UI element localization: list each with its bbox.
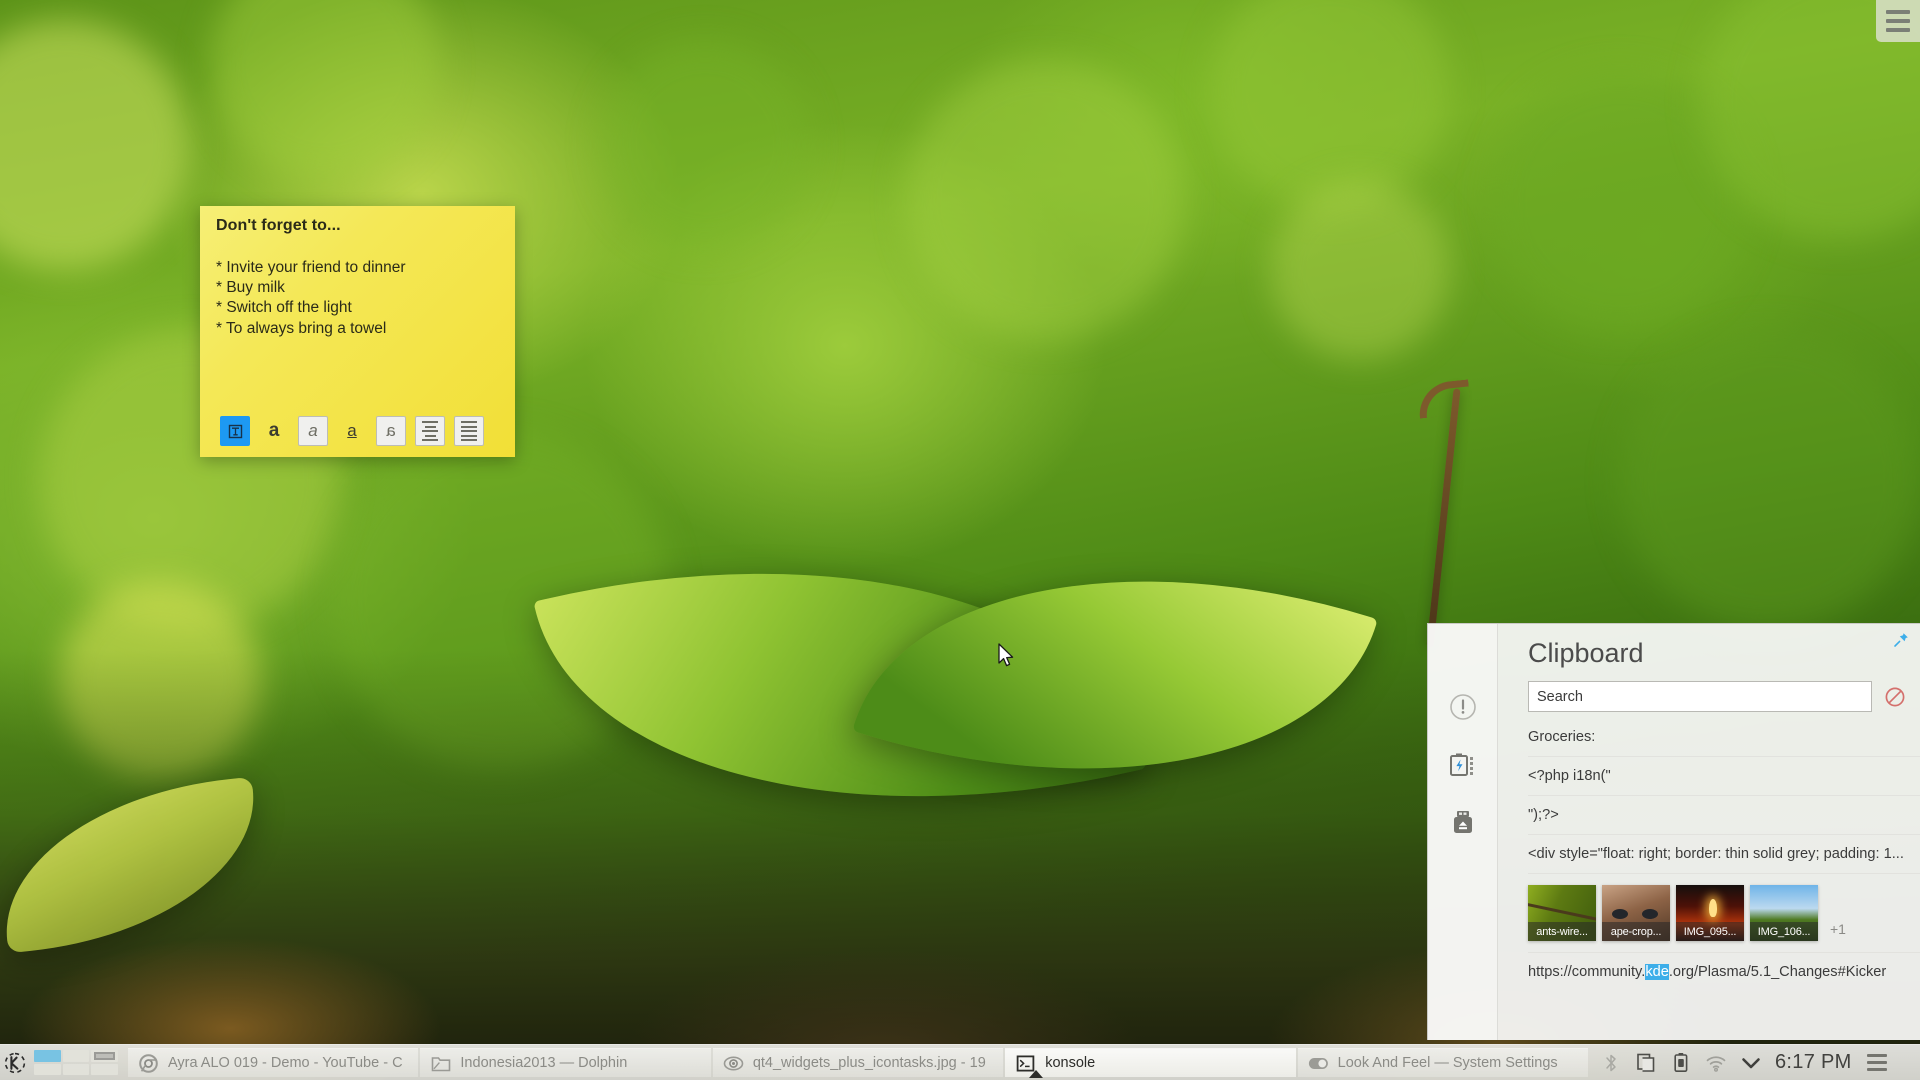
thumbnail-caption: ape-crop... xyxy=(1602,922,1670,941)
bokeh-10 xyxy=(1620,330,1920,630)
align-center-icon xyxy=(422,421,438,441)
panel-toolbox-button[interactable] xyxy=(1866,1054,1887,1071)
url-highlight: kde xyxy=(1645,964,1669,980)
clear-history-icon[interactable] xyxy=(1884,686,1906,708)
task-konsole[interactable]: konsole xyxy=(1005,1048,1296,1078)
format-icon xyxy=(228,424,242,438)
pager-cell[interactable] xyxy=(91,1050,118,1062)
note-underline-button[interactable]: a xyxy=(337,416,367,446)
url-prefix: https://community. xyxy=(1528,964,1646,980)
clipboard-icon[interactable] xyxy=(1635,1052,1657,1074)
task-gwenview[interactable]: qt4_widgets_plus_icontasks.jpg - 19 xyxy=(712,1048,1004,1077)
application-launcher-button[interactable] xyxy=(0,1045,30,1080)
task-label: qt4_widgets_plus_icontasks.jpg - 19 xyxy=(752,1055,986,1071)
clipboard-panel: Clipboard Groceries: <?php i18n(" ");?> … xyxy=(1498,624,1920,1040)
system-tray-expanded-sidebar xyxy=(1428,624,1498,1040)
search-input[interactable] xyxy=(1528,681,1872,712)
chevron-down-icon[interactable] xyxy=(1740,1052,1762,1074)
folder-icon xyxy=(430,1053,451,1074)
note-align-center-button[interactable] xyxy=(415,416,445,446)
hamburger-line xyxy=(1886,19,1910,23)
sticky-note-body[interactable]: * Invite your friend to dinner * Buy mil… xyxy=(216,258,406,339)
note-bold-button[interactable]: a xyxy=(259,416,289,446)
bluetooth-icon[interactable] xyxy=(1600,1052,1622,1074)
gwenview-icon xyxy=(723,1053,744,1074)
task-label: Ayra ALO 019 - Demo - YouTube - C xyxy=(168,1055,403,1071)
notifications-icon[interactable] xyxy=(1446,690,1480,724)
pager-cell[interactable] xyxy=(34,1063,61,1075)
digital-clock[interactable]: 6:17 PM xyxy=(1775,1051,1852,1074)
bokeh-3 xyxy=(600,40,810,250)
hamburger-line xyxy=(1866,1068,1887,1071)
pager-widget[interactable] xyxy=(30,1045,122,1080)
clipboard-title: Clipboard xyxy=(1528,638,1644,668)
clipboard-search-row xyxy=(1528,681,1920,712)
clipboard-history-list: Groceries: <?php i18n(" ");?> <div style… xyxy=(1528,718,1920,991)
battery-icon[interactable] xyxy=(1670,1052,1692,1074)
chrome-icon xyxy=(138,1053,159,1074)
removable-device-icon[interactable] xyxy=(1446,806,1480,840)
hamburger-line xyxy=(1866,1054,1887,1057)
list-item-thumbnail[interactable]: IMG_106... xyxy=(1750,885,1818,941)
url-suffix: .org/Plasma/5.1_Changes#Kicker xyxy=(1668,964,1887,980)
plasma-panel: Ayra ALO 019 - Demo - YouTube - C Indone… xyxy=(0,1044,1920,1080)
hamburger-line xyxy=(1866,1061,1887,1064)
clipboard-popup[interactable]: Clipboard Groceries: <?php i18n(" ");?> … xyxy=(1427,623,1920,1040)
task-label: Indonesia2013 — Dolphin xyxy=(460,1055,628,1071)
list-item[interactable]: <div style="float: right; border: thin s… xyxy=(1528,835,1920,874)
battery-icon[interactable] xyxy=(1446,748,1480,782)
list-item-url[interactable]: https://community.kde.org/Plasma/5.1_Cha… xyxy=(1528,953,1920,991)
list-item[interactable]: Groceries: xyxy=(1528,718,1920,757)
wifi-icon[interactable] xyxy=(1705,1052,1727,1074)
thumbnail-overflow-count: +1 xyxy=(1830,921,1846,937)
pin-icon[interactable] xyxy=(1892,631,1910,649)
task-chrome[interactable]: Ayra ALO 019 - Demo - YouTube - C xyxy=(128,1048,419,1077)
system-tray: 6:17 PM xyxy=(1590,1045,1920,1080)
pager-cell[interactable] xyxy=(34,1050,61,1062)
task-manager: Ayra ALO 019 - Demo - YouTube - C Indone… xyxy=(122,1045,1590,1080)
task-label: Look And Feel — System Settings xyxy=(1337,1055,1558,1071)
list-item[interactable]: ");?> xyxy=(1528,796,1920,835)
konsole-icon xyxy=(1015,1053,1036,1074)
task-label: konsole xyxy=(1045,1055,1096,1071)
list-item[interactable]: <?php i18n(" xyxy=(1528,757,1920,796)
align-justify-icon xyxy=(461,421,477,441)
note-align-justify-button[interactable] xyxy=(454,416,484,446)
pager-cell[interactable] xyxy=(91,1063,118,1075)
thumbnail-caption: IMG_095... xyxy=(1676,922,1744,941)
hamburger-line xyxy=(1886,10,1910,14)
task-system-settings[interactable]: Look And Feel — System Settings xyxy=(1297,1048,1589,1077)
note-format-toggle-button[interactable] xyxy=(220,416,250,446)
thumbnail-caption: ants-wire... xyxy=(1528,922,1596,941)
toggle-icon xyxy=(1308,1053,1329,1074)
note-italic-button[interactable]: a xyxy=(298,416,328,446)
hamburger-line xyxy=(1886,28,1910,32)
thumbnail-caption: IMG_106... xyxy=(1750,922,1818,941)
sticky-note-widget[interactable]: Don't forget to... * Invite your friend … xyxy=(200,206,515,457)
kde-logo-icon xyxy=(4,1052,26,1073)
note-strikethrough-button[interactable]: a xyxy=(376,416,406,446)
pager-cell[interactable] xyxy=(62,1050,90,1062)
sticky-note-title: Don't forget to... xyxy=(216,217,341,234)
sticky-note-toolbar: a a a a xyxy=(220,416,484,446)
clipboard-thumbnail-row: ants-wire... ape-crop... IMG_095... IMG_… xyxy=(1528,874,1920,953)
list-item-thumbnail[interactable]: IMG_095... xyxy=(1676,885,1744,941)
task-dolphin[interactable]: Indonesia2013 — Dolphin xyxy=(420,1048,711,1077)
desktop-toolbox-button[interactable] xyxy=(1876,0,1920,42)
bokeh-4 xyxy=(905,60,1185,340)
bokeh-12 xyxy=(1270,180,1450,360)
list-item-thumbnail[interactable]: ape-crop... xyxy=(1602,885,1670,941)
pager-window xyxy=(94,1052,115,1060)
list-item-thumbnail[interactable]: ants-wire... xyxy=(1528,885,1596,941)
pager-cell[interactable] xyxy=(62,1063,90,1075)
